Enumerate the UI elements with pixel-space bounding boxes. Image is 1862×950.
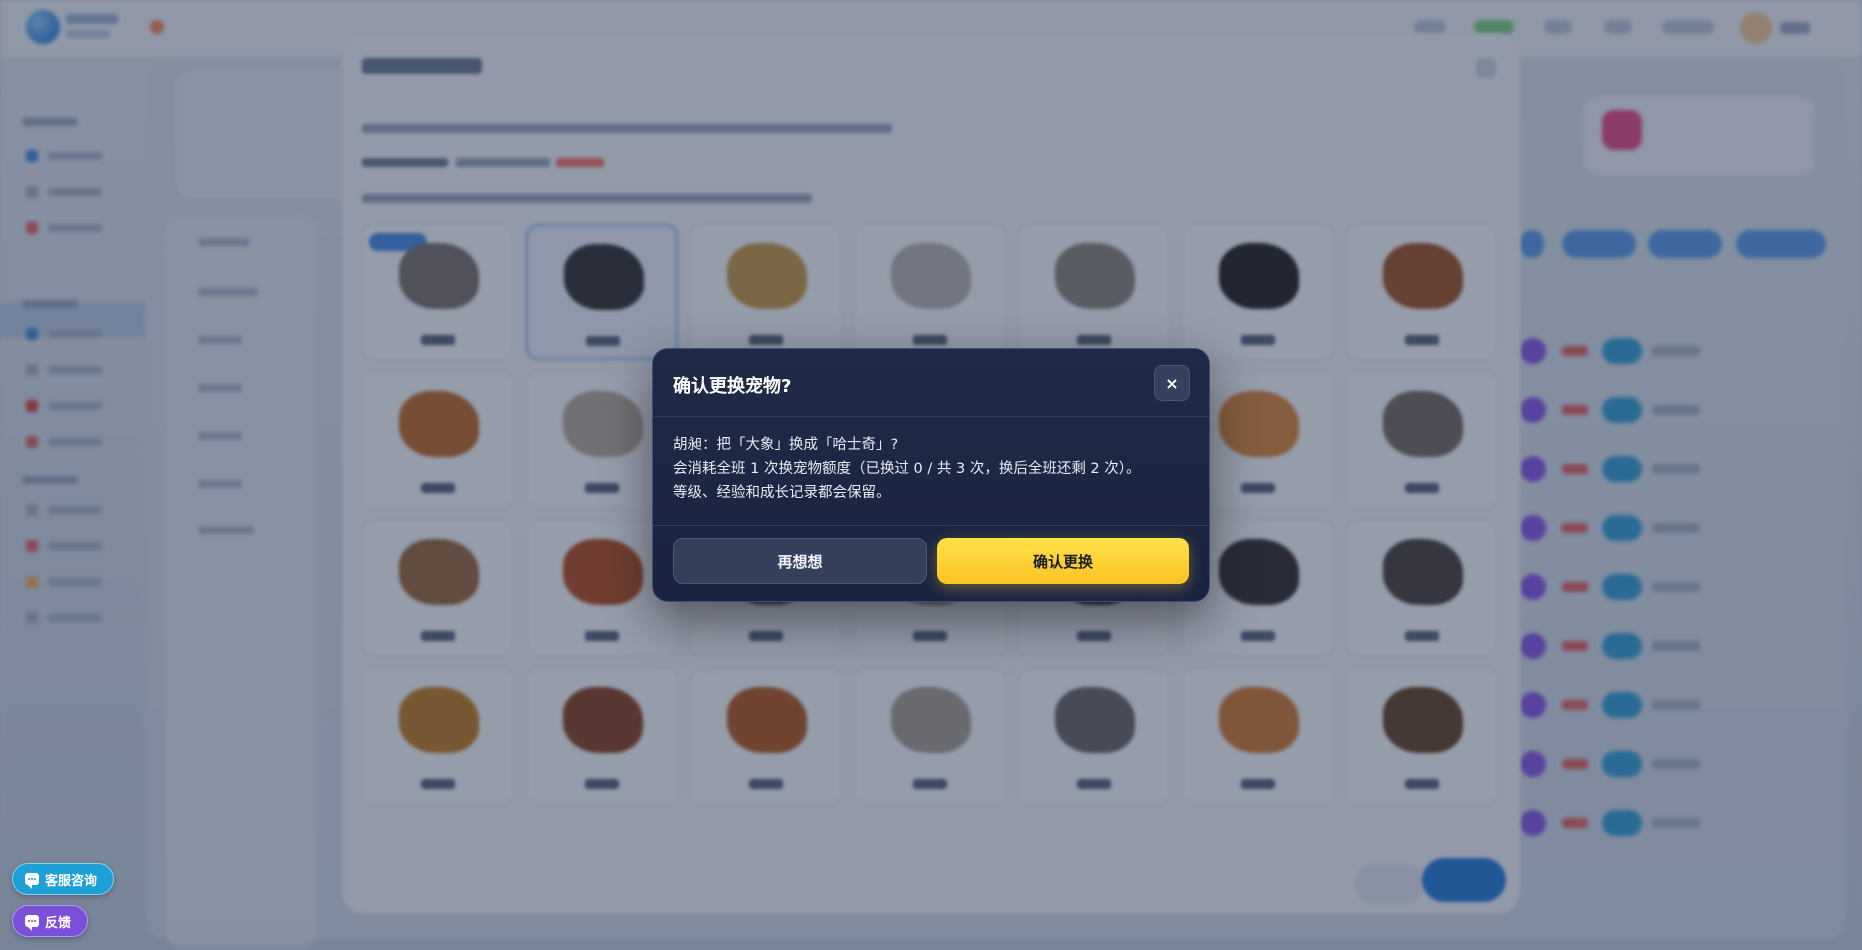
chat-bubble-icon (25, 915, 39, 931)
message-line-keep: 等级、经验和成长记录都会保留。 (673, 485, 891, 501)
modal-footer: 再想想 确认更换 (653, 525, 1209, 601)
chat-bubble-icon (25, 873, 39, 889)
modal-message: 胡昶：把「大象」换成「哈士奇」? 会消耗全班 1 次换宠物额度（已换过 0 / … (673, 433, 1193, 505)
confirm-change-button[interactable]: 确认更换 (937, 538, 1189, 584)
message-line-quota: 会消耗全班 1 次换宠物额度（已换过 0 / 共 3 次，换后全班还剩 2 次）… (673, 461, 1141, 477)
message-line-rename: 胡昶：把「大象」换成「哈士奇」? (673, 437, 899, 453)
feedback-label: 反馈 (45, 915, 72, 931)
customer-service-label: 客服咨询 (45, 873, 98, 889)
modal-title: 确认更换宠物? (673, 376, 792, 397)
modal-header: 确认更换宠物? × (653, 349, 1209, 417)
cancel-button[interactable]: 再想想 (673, 538, 927, 584)
customer-service-button[interactable]: 客服咨询 (12, 863, 114, 895)
close-icon[interactable]: × (1154, 365, 1190, 401)
feedback-button[interactable]: 反馈 (12, 905, 88, 937)
confirm-change-pet-modal: 确认更换宠物? × 胡昶：把「大象」换成「哈士奇」? 会消耗全班 1 次换宠物额… (652, 348, 1210, 602)
